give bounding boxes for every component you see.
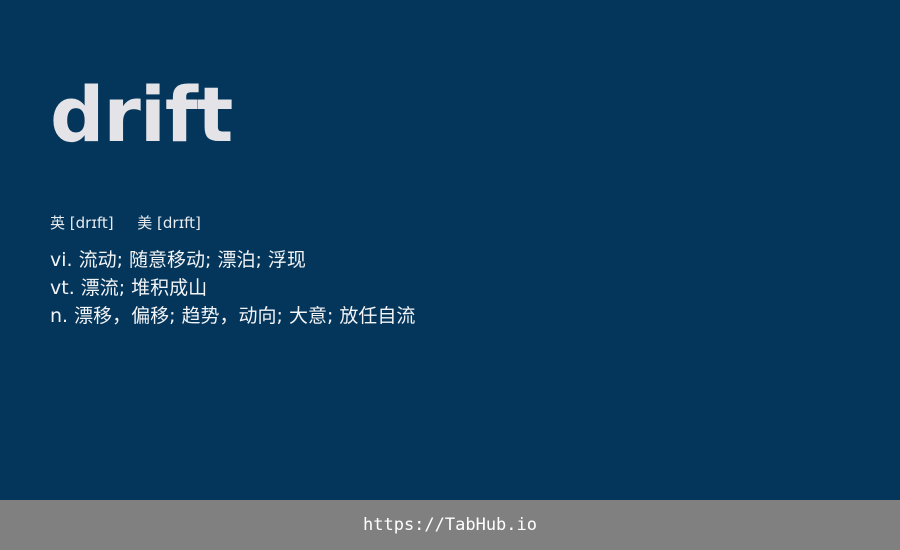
footer-link[interactable]: https://TabHub.io — [363, 515, 537, 535]
part-of-speech: vi. — [50, 249, 73, 271]
definition-meaning: 漂流; 堆积成山 — [80, 277, 208, 299]
us-ipa: [drɪft] — [157, 214, 201, 232]
footer-bar: https://TabHub.io — [0, 500, 900, 550]
definition-vt: vt. 漂流; 堆积成山 — [50, 274, 415, 302]
uk-ipa: [drɪft] — [69, 214, 114, 232]
headword: drift — [50, 70, 233, 159]
definition-vi: vi. 流动; 随意移动; 漂泊; 浮现 — [50, 246, 415, 274]
definition-meaning: 漂移，偏移; 趋势，动向; 大意; 放任自流 — [74, 305, 416, 327]
definitions-list: vi. 流动; 随意移动; 漂泊; 浮现 vt. 漂流; 堆积成山 n. 漂移，偏移;… — [50, 246, 415, 330]
phonetics: 英 [drɪft] 美 [drɪft] — [50, 212, 201, 234]
definition-n: n. 漂移，偏移; 趋势，动向; 大意; 放任自流 — [50, 302, 415, 330]
us-label: 美 — [137, 214, 153, 232]
part-of-speech: n. — [50, 305, 69, 327]
part-of-speech: vt. — [50, 277, 75, 299]
definition-meaning: 流动; 随意移动; 漂泊; 浮现 — [78, 249, 306, 271]
uk-label: 英 — [50, 214, 66, 232]
word-card: drift 英 [drɪft] 美 [drɪft] vi. 流动; 随意移动; 漂… — [0, 0, 900, 500]
